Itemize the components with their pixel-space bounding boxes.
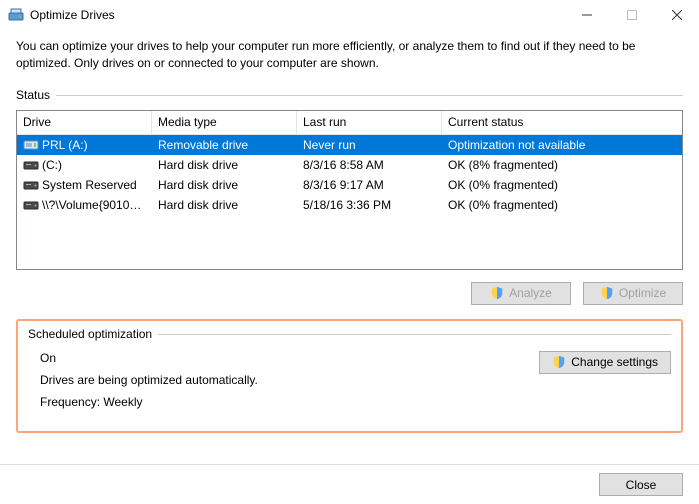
app-icon bbox=[8, 7, 24, 23]
table-row[interactable]: PRL (A:) Removable driveNever runOptimiza… bbox=[17, 135, 682, 155]
table-row[interactable]: System Reserved Hard disk drive8/3/16 9:1… bbox=[17, 175, 682, 195]
analyze-button[interactable]: Analyze bbox=[471, 282, 571, 305]
scheduled-heading: Scheduled optimization bbox=[28, 327, 152, 341]
media-type: Hard disk drive bbox=[152, 198, 297, 212]
schedule-message: Drives are being optimized automatically… bbox=[40, 373, 258, 387]
table-row[interactable]: \\?\Volume{90101b...Hard disk drive5/18/… bbox=[17, 195, 682, 215]
status-section-label: Status bbox=[16, 88, 50, 102]
current-status: OK (0% fragmented) bbox=[442, 198, 682, 212]
drive-icon bbox=[23, 138, 39, 152]
analyze-label: Analyze bbox=[509, 286, 552, 300]
shield-icon bbox=[490, 286, 504, 300]
table-row[interactable]: (C:) Hard disk drive8/3/16 8:58 AMOK (8% … bbox=[17, 155, 682, 175]
change-settings-button[interactable]: Change settings bbox=[539, 351, 671, 374]
close-button[interactable]: Close bbox=[599, 473, 683, 496]
maximize-button[interactable] bbox=[609, 0, 654, 30]
current-status: OK (0% fragmented) bbox=[442, 178, 682, 192]
optimize-button[interactable]: Optimize bbox=[583, 282, 683, 305]
close-window-button[interactable] bbox=[654, 0, 699, 30]
change-settings-label: Change settings bbox=[571, 355, 658, 369]
media-type: Removable drive bbox=[152, 138, 297, 152]
last-run: 8/3/16 8:58 AM bbox=[297, 158, 442, 172]
media-type: Hard disk drive bbox=[152, 178, 297, 192]
shield-icon bbox=[600, 286, 614, 300]
title-bar: Optimize Drives bbox=[0, 0, 699, 30]
last-run: 8/3/16 9:17 AM bbox=[297, 178, 442, 192]
minimize-button[interactable] bbox=[564, 0, 609, 30]
current-status: Optimization not available bbox=[442, 138, 682, 152]
scheduled-optimization-panel: Scheduled optimization On Drives are bei… bbox=[16, 319, 683, 433]
drive-name: (C:) bbox=[42, 158, 62, 172]
close-label: Close bbox=[626, 478, 657, 492]
column-media-type[interactable]: Media type bbox=[152, 111, 297, 134]
drive-icon bbox=[23, 158, 39, 172]
description-text: You can optimize your drives to help you… bbox=[16, 38, 683, 72]
drives-table[interactable]: Drive Media type Last run Current status… bbox=[16, 110, 683, 270]
optimize-label: Optimize bbox=[619, 286, 666, 300]
column-current-status[interactable]: Current status bbox=[442, 111, 682, 134]
drive-icon bbox=[23, 198, 39, 212]
current-status: OK (8% fragmented) bbox=[442, 158, 682, 172]
media-type: Hard disk drive bbox=[152, 158, 297, 172]
drive-name: PRL (A:) bbox=[42, 138, 88, 152]
last-run: Never run bbox=[297, 138, 442, 152]
schedule-frequency: Frequency: Weekly bbox=[40, 395, 258, 409]
footer: Close bbox=[0, 464, 699, 504]
column-last-run[interactable]: Last run bbox=[297, 111, 442, 134]
schedule-state: On bbox=[40, 351, 258, 365]
divider bbox=[158, 334, 671, 335]
table-header[interactable]: Drive Media type Last run Current status bbox=[17, 111, 682, 135]
column-drive[interactable]: Drive bbox=[17, 111, 152, 134]
window-title: Optimize Drives bbox=[30, 8, 564, 22]
drive-name: \\?\Volume{90101b... bbox=[42, 198, 152, 212]
last-run: 5/18/16 3:36 PM bbox=[297, 198, 442, 212]
drive-icon bbox=[23, 178, 39, 192]
shield-icon bbox=[552, 355, 566, 369]
divider bbox=[56, 95, 683, 96]
drive-name: System Reserved bbox=[42, 178, 137, 192]
